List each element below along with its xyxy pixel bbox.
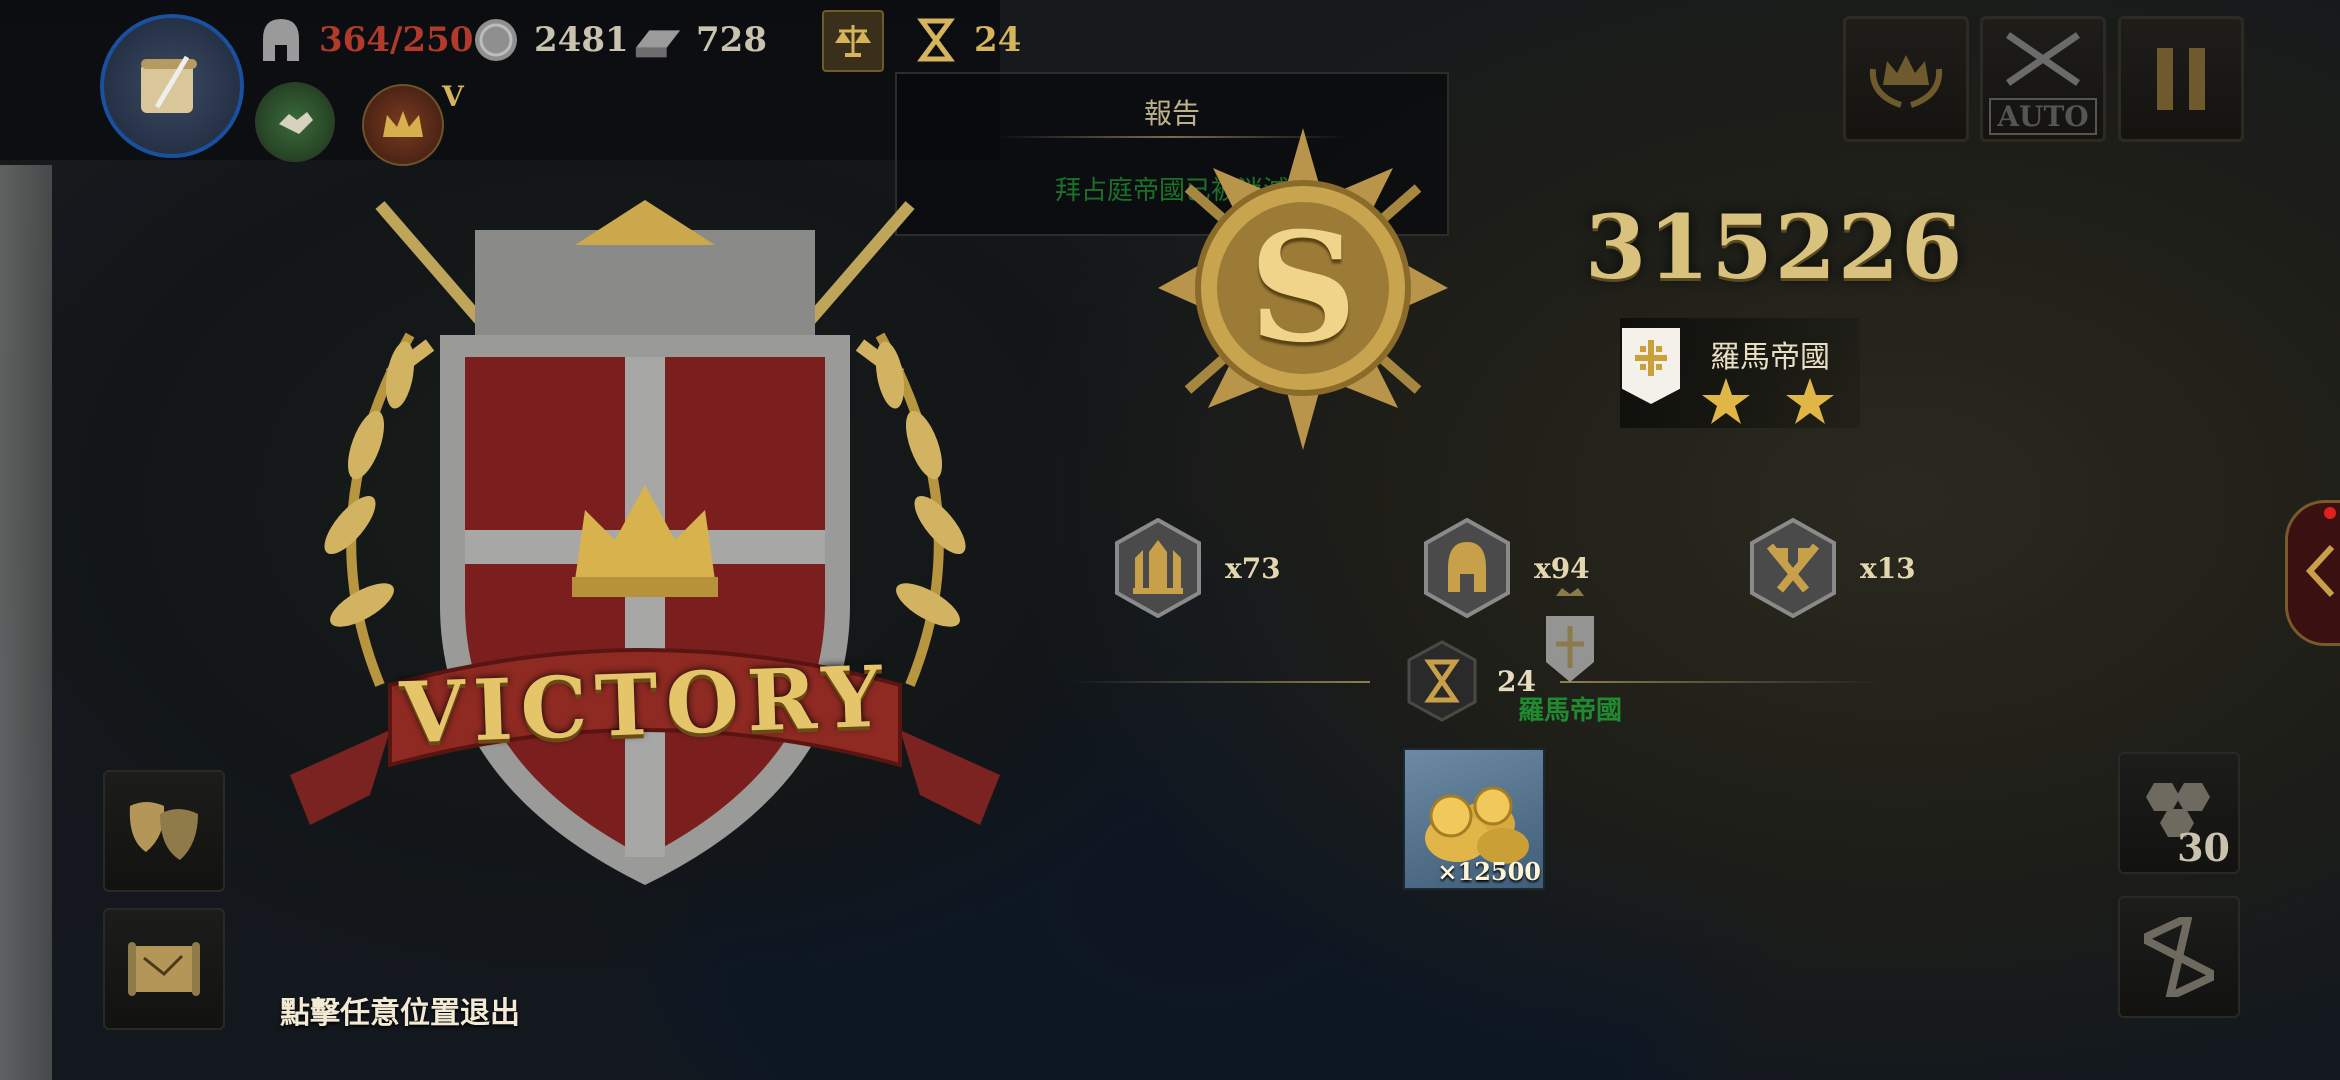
hex-count: 30 [2177, 825, 2230, 870]
pause-icon [2157, 48, 2205, 110]
turns-used: 24 [1405, 640, 1536, 722]
handshake-icon [279, 112, 313, 134]
star-rating [1700, 376, 1836, 426]
exit-hint: 點擊任意位置退出 [280, 996, 520, 1031]
divider-right [1560, 681, 1880, 683]
hourglass-icon [2144, 917, 2214, 997]
crown-rank-button[interactable] [362, 84, 444, 166]
hex-tiles-button[interactable]: 30 [2118, 752, 2240, 874]
side-panel-tab[interactable] [2285, 500, 2340, 646]
rank-badge: V [442, 80, 464, 113]
stat-soldiers-value: x94 [1534, 551, 1590, 585]
star-icon [1786, 378, 1834, 424]
map-label: 羅馬帝國 [1518, 696, 1623, 726]
hourglass-icon [1405, 640, 1479, 722]
map-scroll-icon [128, 942, 200, 996]
rank-medal: S [1148, 128, 1458, 450]
map-scroll-button[interactable] [103, 908, 225, 1030]
diplomacy-button[interactable] [255, 82, 335, 162]
troops-counter: 364/250 [255, 14, 473, 66]
score-value: 315226 [1585, 195, 1965, 299]
drama-masks-button[interactable] [103, 770, 225, 892]
hourglass-icon [910, 14, 962, 66]
map-unit-marker[interactable] [1542, 588, 1598, 684]
empire-name: 羅馬帝國 [1710, 340, 1830, 375]
iron-ingot-icon [632, 14, 684, 66]
empire-flag-icon [1622, 328, 1680, 404]
notification-dot [2324, 507, 2336, 519]
end-turn-button[interactable] [2118, 896, 2240, 1018]
rank-letter: S [1248, 200, 1358, 376]
stat-battles: x13 [1748, 518, 1916, 618]
helmet-icon [255, 14, 307, 66]
silver-coin-icon [470, 14, 522, 66]
crown-laurel-button[interactable] [1843, 16, 1969, 142]
scroll-quill-icon [141, 55, 197, 113]
silver-counter: 2481 [470, 14, 629, 66]
crown-icon [383, 111, 423, 137]
star-icon [1702, 378, 1750, 424]
stat-battles-value: x13 [1860, 551, 1916, 585]
silver-value: 2481 [534, 20, 629, 60]
scroll-quill-button[interactable] [100, 14, 244, 158]
chevron-left-icon [2305, 544, 2335, 598]
crown-laurel-icon [1869, 55, 1943, 108]
iron-value: 728 [696, 20, 767, 60]
iron-counter: 728 [632, 14, 767, 66]
crossed-flags-icon [1748, 518, 1838, 618]
balance-button[interactable] [822, 10, 884, 72]
turns-value: 24 [974, 20, 1022, 60]
theater-masks-icon [129, 802, 198, 860]
castle-icon [1113, 518, 1203, 618]
empire-panel: 羅馬帝國 [1620, 318, 1860, 428]
banner-icon [1546, 588, 1594, 682]
crossed-swords-icon [2006, 32, 2080, 86]
stat-buildings-value: x73 [1225, 551, 1281, 585]
reward-quantity: ×12500 [1437, 857, 1541, 886]
report-title: 報告 [1143, 97, 1200, 130]
auto-battle-button[interactable]: AUTO [1980, 16, 2106, 142]
stat-buildings: x73 [1113, 518, 1281, 618]
pause-button[interactable] [2118, 16, 2244, 142]
troops-value: 364/250 [319, 20, 474, 60]
left-edge-strip [0, 165, 52, 1080]
victory-emblem: VICTORY [270, 185, 1020, 905]
divider-left [1070, 681, 1370, 683]
scales-icon [822, 10, 884, 72]
helmet-icon [1422, 518, 1512, 618]
auto-label: AUTO [1989, 98, 2097, 135]
reward-item[interactable]: ×12500 [1403, 748, 1545, 890]
turns-counter: 24 [910, 14, 1021, 66]
